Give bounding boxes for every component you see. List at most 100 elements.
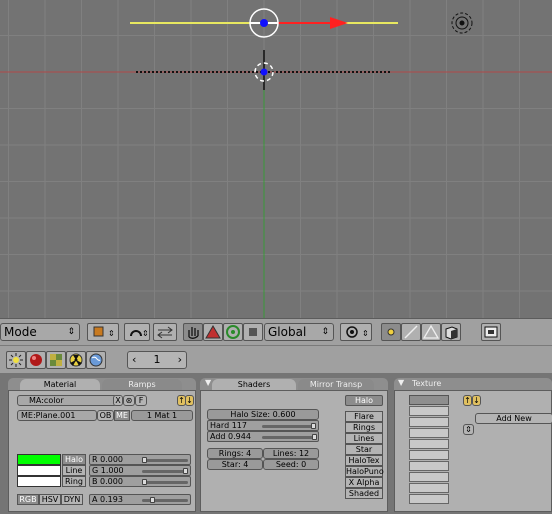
tab-shaders[interactable]: Shaders — [212, 379, 296, 390]
texture-slot-10[interactable] — [409, 494, 449, 504]
viewport-canvas[interactable] — [0, 0, 552, 318]
world-icon[interactable] — [86, 351, 106, 369]
texture-slot-6[interactable] — [409, 450, 449, 460]
ob-button[interactable]: OB — [97, 410, 114, 421]
arrow-down-icon[interactable]: ↓ — [185, 395, 194, 406]
arrow-down-icon[interactable]: ↓ — [472, 395, 481, 406]
view-rotate-icon[interactable]: ⇕ — [124, 323, 150, 341]
ring-color-swatch[interactable] — [17, 476, 61, 487]
scale-manipulator-icon[interactable] — [223, 323, 243, 341]
seed-field[interactable]: Seed: 0 — [263, 459, 319, 470]
orientation-select[interactable]: Global ⇕ — [264, 323, 334, 341]
tab-ramps[interactable]: Ramps — [102, 379, 182, 390]
halotex-toggle[interactable]: HaloTex — [345, 455, 383, 466]
add-slider[interactable]: Add 0.944 — [207, 431, 319, 442]
r-knob[interactable] — [142, 457, 147, 463]
collapse-triangle-icon[interactable]: ▼ — [398, 378, 404, 387]
frame-value: 1 — [153, 353, 161, 366]
stop-icon[interactable] — [243, 323, 263, 341]
mode-select[interactable]: Mode ⇕ — [0, 323, 80, 341]
texture-slot-1[interactable] — [409, 395, 449, 405]
halopuno-toggle[interactable]: HaloPuno — [345, 466, 384, 477]
radiation-icon[interactable] — [66, 351, 86, 369]
star-field[interactable]: Star: 4 — [207, 459, 263, 470]
texture-browse-icon[interactable]: ⇕ — [463, 424, 474, 435]
edge-mode-icon[interactable] — [401, 323, 421, 341]
shaded-toggle[interactable]: Shaded — [345, 488, 383, 499]
b-knob[interactable] — [142, 479, 147, 485]
me-field[interactable]: ME:Plane.001 — [17, 410, 97, 421]
arrow-up-icon[interactable]: ↑ — [463, 395, 472, 406]
3d-viewport[interactable] — [0, 0, 552, 318]
texture-slot-3[interactable] — [409, 417, 449, 427]
chevron-left-icon[interactable]: ‹ — [132, 352, 136, 368]
view-pan-icon[interactable] — [153, 323, 177, 341]
lines-field[interactable]: Lines: 12 — [263, 448, 319, 459]
render-icon[interactable] — [481, 323, 501, 341]
texture-slot-9[interactable] — [409, 483, 449, 493]
me-button[interactable]: ME — [114, 410, 130, 421]
ma-unlink-button[interactable]: X — [113, 395, 123, 406]
tab-mirror-transp[interactable]: Mirror Transp — [298, 379, 374, 390]
b-slider[interactable]: B 0.000 — [89, 476, 191, 487]
texture-slot-2[interactable] — [409, 406, 449, 416]
star-toggle[interactable]: Star — [345, 444, 383, 455]
texture-icon[interactable] — [46, 351, 66, 369]
g-slider[interactable]: G 1.000 — [89, 465, 191, 476]
hsv-mode-button[interactable]: HSV — [39, 494, 61, 505]
texture-panel: ↑ ↓ Add New ⇕ — [394, 390, 552, 512]
star-value: Star: 4 — [221, 460, 249, 469]
pivot-icon[interactable]: ⇕ — [340, 323, 372, 341]
flare-toggle[interactable]: Flare — [345, 411, 383, 422]
lamp-icon[interactable] — [6, 351, 26, 369]
halo-color-toggle[interactable]: Halo — [62, 454, 86, 465]
r-slider[interactable]: R 0.000 — [89, 454, 191, 465]
tab-material[interactable]: Material — [20, 379, 100, 390]
add-knob[interactable] — [312, 434, 317, 440]
svg-text:⇕: ⇕ — [142, 329, 149, 338]
rotate-manipulator-icon[interactable] — [203, 323, 223, 341]
x-arrow-head — [330, 17, 348, 29]
texture-slot-4[interactable] — [409, 428, 449, 438]
add-new-button[interactable]: Add New — [475, 413, 552, 424]
add-slider-label: Add 0.944 — [210, 432, 251, 441]
lines-value: Lines: 12 — [272, 449, 310, 458]
lines-toggle[interactable]: Lines — [345, 433, 383, 444]
object-type-icon[interactable]: ⇕ — [87, 323, 119, 341]
texture-slot-8[interactable] — [409, 472, 449, 482]
frame-field[interactable]: ‹ 1 › — [127, 351, 187, 369]
texture-panel-title: Texture — [412, 379, 442, 388]
rings-value: Rings: 4 — [218, 449, 252, 458]
buttons-window: Material Ramps MA:color X ⊛ F ↑ ↓ ME:Pla… — [0, 373, 552, 514]
halo-toggle[interactable]: Halo — [345, 395, 383, 406]
a-knob[interactable] — [150, 497, 155, 503]
halo-size-field[interactable]: Halo Size: 0.600 — [207, 409, 319, 420]
xalpha-toggle[interactable]: X Alpha — [345, 477, 383, 488]
vertex-snap-icon[interactable] — [381, 323, 401, 341]
halo-color-swatch[interactable] — [17, 454, 61, 465]
collapse-triangle-icon[interactable]: ▼ — [205, 378, 211, 387]
texture-slot-5[interactable] — [409, 439, 449, 449]
mat-counter[interactable]: 1 Mat 1 — [131, 410, 193, 421]
rgb-mode-button[interactable]: RGB — [17, 494, 39, 505]
rings-toggle[interactable]: Rings — [345, 422, 383, 433]
a-slider[interactable]: A 0.193 — [89, 494, 191, 505]
hard-slider[interactable]: Hard 117 — [207, 420, 319, 431]
material-sphere-icon[interactable] — [26, 351, 46, 369]
g-knob[interactable] — [183, 468, 188, 474]
grab-hand-icon[interactable] — [183, 323, 203, 341]
face-mode-icon[interactable] — [421, 323, 441, 341]
ma-field[interactable]: MA:color — [17, 395, 117, 406]
ma-fake-button[interactable]: F — [135, 395, 147, 406]
hard-knob[interactable] — [311, 423, 316, 429]
rings-field[interactable]: Rings: 4 — [207, 448, 263, 459]
ma-fake-user-icon[interactable]: ⊛ — [123, 395, 135, 406]
line-color-swatch[interactable] — [17, 465, 61, 476]
solid-cube-icon[interactable] — [441, 323, 461, 341]
texture-slot-7[interactable] — [409, 461, 449, 471]
chevron-right-icon[interactable]: › — [178, 352, 182, 368]
ring-color-toggle[interactable]: Ring — [62, 476, 86, 487]
b-slider-label: B 0.000 — [92, 477, 123, 486]
line-color-toggle[interactable]: Line — [62, 465, 86, 476]
dyn-mode-button[interactable]: DYN — [61, 494, 83, 505]
